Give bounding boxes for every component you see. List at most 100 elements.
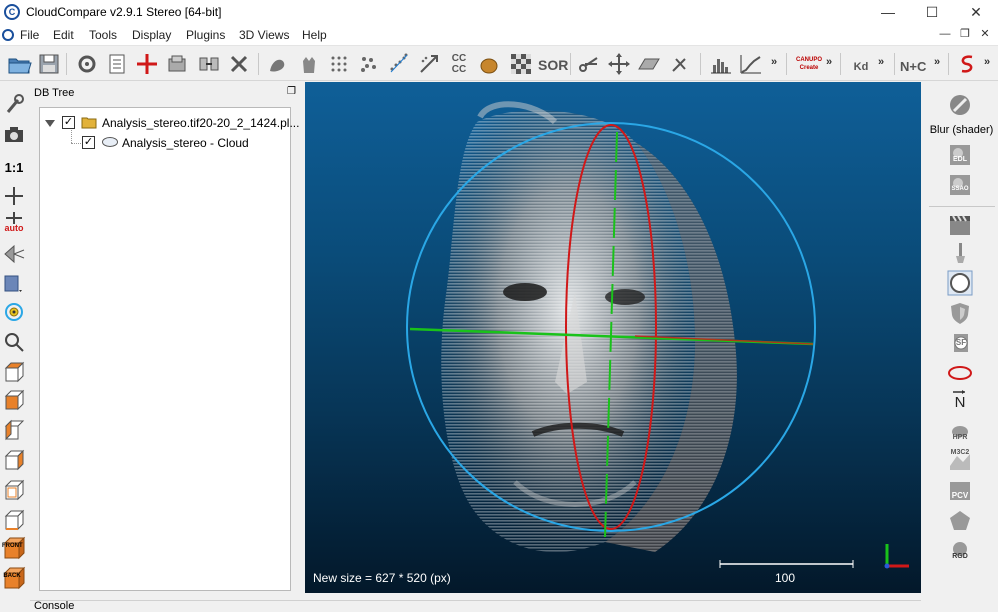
ellipse-button[interactable] (947, 360, 973, 386)
rgd-button[interactable]: RGD (947, 538, 973, 564)
ccc-text-icon: CC CC (451, 53, 467, 75)
menu-edit[interactable]: Edit (53, 28, 74, 42)
open-button[interactable] (6, 51, 32, 77)
menu-file[interactable]: File (20, 28, 39, 42)
menu-display[interactable]: Display (132, 28, 171, 42)
checker-button[interactable] (508, 51, 534, 77)
tree-item-file[interactable]: ✓ Analysis_stereo.tif20-20_2_1424.pl... (40, 114, 299, 132)
perspective-eye-icon (4, 244, 25, 264)
pick-point-button[interactable] (134, 51, 160, 77)
pin-button[interactable] (666, 51, 692, 77)
plugin-potato-button[interactable] (476, 51, 502, 77)
axis-trihedron-icon (884, 544, 909, 569)
maximize-button[interactable]: ☐ (914, 2, 950, 22)
view-right-button[interactable] (2, 478, 26, 502)
toolbar-chevron-2[interactable]: » (826, 56, 832, 68)
menu-3d-views[interactable]: 3D Views (239, 28, 289, 42)
view-top-button[interactable] (2, 360, 26, 384)
canupo-button[interactable]: CANUPO Create (794, 51, 824, 77)
canupo-icon: CANUPO Create (795, 57, 822, 71)
ssao-button[interactable]: SSAO (947, 172, 973, 198)
settings-button[interactable] (74, 51, 100, 77)
menu-plugins[interactable]: Plugins (186, 28, 225, 42)
toolbar-chevron-1[interactable]: » (771, 56, 777, 68)
m3c2-button[interactable]: M3C2 (947, 448, 973, 474)
perspective-button[interactable] (2, 242, 26, 266)
red-ellipse-icon (948, 366, 972, 380)
dots-icon (331, 56, 347, 72)
pcv-button[interactable]: PCV (947, 478, 973, 504)
object-mode-button[interactable] (2, 272, 26, 296)
view-bottom-button[interactable] (2, 508, 26, 532)
center-button[interactable] (2, 184, 26, 208)
window-title: CloudCompare v2.9.1 Stereo [64-bit] (26, 5, 222, 19)
mdi-app-icon (2, 29, 14, 41)
menu-tools[interactable]: Tools (89, 28, 117, 42)
screenshot-button[interactable] (2, 122, 26, 146)
float-panel-icon[interactable]: ❐ (287, 86, 296, 97)
auto-pivot-button[interactable]: auto (2, 210, 26, 234)
save-button[interactable] (36, 51, 62, 77)
toolbar-chevron-4[interactable]: » (934, 56, 940, 68)
mesh-button[interactable] (296, 51, 322, 77)
mdi-close-button[interactable]: ✕ (978, 27, 992, 41)
list-icon (109, 54, 125, 74)
cloud-cloud-button[interactable]: CC CC (446, 51, 472, 77)
rgd-label: RGD (952, 553, 968, 560)
toolbar-chevron-3[interactable]: » (878, 56, 884, 68)
hpr-button[interactable]: HPR (947, 418, 973, 444)
segment-button[interactable] (576, 51, 602, 77)
close-button[interactable]: ✕ (958, 2, 994, 22)
compass-icon (947, 270, 973, 296)
normals-button[interactable]: N (947, 388, 973, 414)
clone-button[interactable] (164, 51, 190, 77)
back-label: BACK (3, 573, 21, 579)
align-arrows-icon (420, 55, 438, 73)
plane-button[interactable] (636, 51, 662, 77)
no-shader-button[interactable] (947, 92, 973, 118)
view-back-cube-button[interactable] (2, 448, 26, 472)
registration-button[interactable] (416, 51, 442, 77)
mdi-minimize-button[interactable]: — (938, 27, 952, 41)
view-back-button[interactable]: BACK (2, 566, 26, 590)
view-front-button[interactable]: FRONT (2, 536, 26, 560)
subsample-button[interactable] (326, 51, 352, 77)
brush-button[interactable] (947, 240, 973, 266)
merge-button[interactable] (196, 51, 222, 77)
translate-rotate-button[interactable] (606, 51, 632, 77)
density-button[interactable] (356, 51, 382, 77)
sample-points-button[interactable] (264, 51, 290, 77)
wrench-button[interactable] (2, 92, 26, 116)
animation-button[interactable] (947, 212, 973, 238)
view-left-button[interactable] (2, 418, 26, 442)
file-checkbox[interactable]: ✓ (62, 116, 75, 129)
edl-button[interactable]: EDL (947, 142, 973, 168)
compass-button[interactable] (947, 270, 973, 296)
toolbar-chevron-5[interactable]: » (984, 56, 990, 68)
expand-arrow-icon[interactable] (45, 120, 55, 127)
tree-item-cloud[interactable]: ✓ Analysis_stereo - Cloud (40, 134, 290, 152)
3d-view[interactable]: New size = 627 * 520 (px) 100 (305, 82, 921, 593)
normal-color-button[interactable]: N+C (900, 51, 930, 77)
cloud-checkbox[interactable]: ✓ (82, 136, 95, 149)
menu-help[interactable]: Help (302, 28, 327, 42)
sf-button[interactable]: SF (947, 330, 973, 356)
sor-filter-button[interactable]: SOR (538, 51, 568, 77)
histogram-button[interactable] (708, 51, 734, 77)
minimize-button[interactable]: — (870, 2, 906, 22)
python-button[interactable] (954, 51, 980, 77)
mdi-restore-button[interactable]: ❐ (958, 27, 972, 41)
sample-icon (270, 59, 285, 72)
properties-button[interactable] (104, 51, 130, 77)
shield-button[interactable] (947, 300, 973, 326)
pivot-visibility-button[interactable] (2, 300, 26, 324)
view-front-cube-button[interactable] (2, 388, 26, 412)
curve-button[interactable] (738, 51, 764, 77)
zoom-1-1-button[interactable]: 1:1 (2, 160, 26, 175)
zoom-button[interactable] (2, 330, 26, 354)
delete-button[interactable] (226, 51, 252, 77)
poisson-button[interactable] (947, 508, 973, 534)
hpr-label: HPR (952, 434, 968, 441)
scatter-button[interactable] (386, 51, 412, 77)
kd-tree-button[interactable]: Kd (848, 51, 874, 77)
